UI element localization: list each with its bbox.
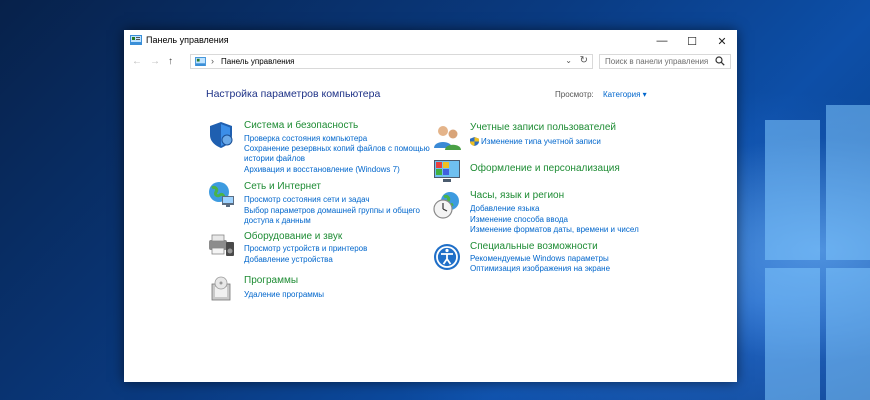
desktop-background: Панель управления — ☐ ✕ ← → ↑ › Панель у…: [0, 0, 870, 400]
link-homegroup-sharing[interactable]: Выбор параметров домашней группы и общег…: [244, 206, 420, 216]
search-placeholder: Поиск в панели управления: [605, 57, 709, 66]
uac-shield-icon: [470, 137, 479, 146]
link-homegroup-sharing-cont[interactable]: доступа к данным: [244, 216, 311, 226]
link-change-account-type[interactable]: Изменение типа учетной записи: [481, 137, 601, 147]
control-panel-icon: [130, 35, 142, 45]
link-file-history-backup[interactable]: Сохранение резервных копий файлов с помо…: [244, 144, 430, 154]
personalization-monitor-icon[interactable]: [432, 156, 462, 186]
address-bar[interactable]: › Панель управления ⌄ ↻: [190, 54, 593, 69]
link-optimize-display[interactable]: Оптимизация изображения на экране: [470, 264, 610, 274]
link-network-status[interactable]: Просмотр состояния сети и задач: [244, 195, 370, 205]
category-network-internet[interactable]: Сеть и Интернет: [244, 181, 321, 192]
category-ease-of-access[interactable]: Специальные возможности: [470, 241, 598, 252]
refresh-button[interactable]: ↻: [580, 55, 588, 66]
category-system-security[interactable]: Система и безопасность: [244, 120, 358, 131]
control-panel-icon: [195, 57, 206, 66]
link-uninstall-program[interactable]: Удаление программы: [244, 290, 324, 300]
page-title: Настройка параметров компьютера: [206, 88, 381, 100]
clock-globe-icon[interactable]: [432, 190, 462, 220]
printer-speaker-icon[interactable]: [206, 230, 236, 260]
category-programs[interactable]: Программы: [244, 275, 298, 286]
search-icon[interactable]: [715, 56, 725, 66]
link-file-history-backup-cont[interactable]: истории файлов: [244, 154, 305, 164]
maximize-button[interactable]: ☐: [677, 30, 707, 52]
control-panel-window: Панель управления — ☐ ✕ ← → ↑ › Панель у…: [124, 30, 737, 382]
link-devices-printers[interactable]: Просмотр устройств и принтеров: [244, 244, 367, 254]
category-user-accounts[interactable]: Учетные записи пользователей: [470, 122, 616, 133]
close-button[interactable]: ✕: [707, 30, 737, 52]
back-button[interactable]: ←: [132, 56, 142, 67]
navigation-bar: ← → ↑ › Панель управления ⌄ ↻ Поиск в па…: [124, 52, 737, 72]
users-icon[interactable]: [432, 122, 462, 152]
link-add-language[interactable]: Добавление языка: [470, 204, 539, 214]
link-check-computer-status[interactable]: Проверка состояния компьютера: [244, 134, 367, 144]
view-by-label: Просмотр:: [555, 90, 594, 99]
ease-of-access-icon[interactable]: [432, 242, 462, 272]
link-backup-restore-win7[interactable]: Архивация и восстановление (Windows 7): [244, 165, 400, 175]
link-add-device[interactable]: Добавление устройства: [244, 255, 333, 265]
address-dropdown-button[interactable]: ⌄: [565, 56, 572, 65]
forward-button[interactable]: →: [150, 56, 160, 67]
minimize-button[interactable]: —: [647, 30, 677, 52]
up-button[interactable]: ↑: [168, 56, 173, 67]
title-bar[interactable]: Панель управления — ☐ ✕: [124, 30, 737, 52]
view-by-dropdown[interactable]: Категория ▾: [603, 90, 647, 99]
window-title: Панель управления: [146, 35, 229, 45]
category-hardware-sound[interactable]: Оборудование и звук: [244, 231, 342, 242]
chevron-right-icon: ›: [211, 56, 214, 66]
address-path[interactable]: Панель управления: [221, 57, 295, 66]
link-change-input-method[interactable]: Изменение способа ввода: [470, 215, 568, 225]
shield-icon[interactable]: [206, 120, 236, 150]
search-input[interactable]: Поиск в панели управления: [599, 54, 731, 69]
link-change-date-formats[interactable]: Изменение форматов даты, времени и чисел: [470, 225, 639, 235]
category-clock-language-region[interactable]: Часы, язык и регион: [470, 190, 564, 201]
category-appearance-personalization[interactable]: Оформление и персонализация: [470, 163, 620, 174]
link-recommended-settings[interactable]: Рекомендуемые Windows параметры: [470, 254, 609, 264]
network-globe-icon[interactable]: [206, 180, 236, 210]
programs-icon[interactable]: [206, 274, 236, 304]
